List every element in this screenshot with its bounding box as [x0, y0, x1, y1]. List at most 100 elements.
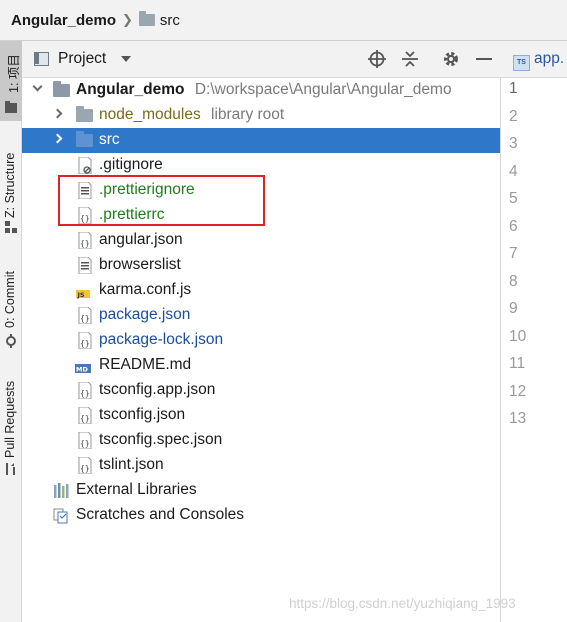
src-label: src: [99, 131, 120, 148]
tree-row-file[interactable]: {} package-lock.json: [22, 328, 500, 353]
json-file-icon: {}: [78, 307, 92, 324]
tool-window-strip: 1: 项目 Z: Structure 0: Commit Pull Reques…: [0, 41, 22, 622]
json-file-icon: {}: [78, 407, 92, 424]
root-path: D:\workspace\Angular\Angular_demo: [194, 81, 452, 98]
line-number: 8: [509, 273, 518, 290]
gear-icon[interactable]: [441, 49, 461, 69]
pull-request-icon: [6, 463, 15, 475]
node-modules-name: node_modules: [99, 106, 201, 123]
structure-icon: [5, 221, 17, 233]
breadcrumb-project[interactable]: Angular_demo: [11, 12, 116, 29]
file-label: README.md: [99, 356, 192, 373]
tab-project[interactable]: 1: 项目: [0, 41, 22, 121]
external-libraries-label: External Libraries: [76, 481, 197, 498]
json-file-icon: {}: [78, 332, 92, 349]
line-number: 9: [509, 300, 518, 317]
typescript-file-icon: TS: [513, 55, 530, 71]
file-label: .gitignore: [99, 156, 163, 173]
node-modules-hint: library root: [211, 106, 285, 123]
line-number: 11: [509, 355, 526, 372]
tab-structure[interactable]: Z: Structure: [0, 136, 22, 236]
tree-row-file[interactable]: {} angular.json: [22, 228, 500, 253]
editor-tab[interactable]: TS app.: [513, 50, 564, 71]
folder-icon: [138, 11, 155, 26]
svg-text:{}: {}: [80, 239, 90, 248]
chevron-right-icon[interactable]: [52, 108, 63, 119]
tab-pull-requests[interactable]: Pull Requests: [0, 371, 22, 481]
file-label: package-lock.json: [99, 331, 224, 348]
chevron-right-icon[interactable]: [52, 133, 63, 144]
svg-text:MD: MD: [76, 366, 88, 374]
highlight-box: [58, 175, 265, 226]
tree-row-file[interactable]: {} tsconfig.spec.json: [22, 428, 500, 453]
line-number: 7: [509, 245, 518, 262]
tree-row-root[interactable]: Angular_demo D:\workspace\Angular\Angula…: [22, 78, 500, 103]
line-number: 10: [509, 328, 527, 345]
file-label: browserslist: [99, 256, 181, 273]
locate-icon[interactable]: [367, 49, 387, 69]
commit-icon: [6, 334, 16, 348]
chevron-down-icon[interactable]: [121, 56, 131, 62]
chevron-down-icon[interactable]: [32, 81, 43, 92]
tree-row-external-libraries[interactable]: External Libraries: [22, 478, 500, 503]
markdown-file-icon: MD: [75, 364, 91, 374]
navigation-bar: Angular_demo ❯ src: [0, 0, 567, 41]
line-number: 6: [509, 218, 518, 235]
folder-icon: [53, 81, 70, 97]
tree-row-file[interactable]: {} tslint.json: [22, 453, 500, 478]
tree-row-file[interactable]: browserslist: [22, 253, 500, 278]
svg-text:{}: {}: [80, 314, 90, 323]
project-icon: [5, 101, 17, 113]
line-number: 13: [509, 410, 527, 427]
file-label: tslint.json: [99, 456, 164, 473]
line-number: 12: [509, 383, 527, 400]
line-number: 2: [509, 108, 518, 125]
minimize-icon[interactable]: [474, 49, 494, 69]
tab-commit[interactable]: 0: Commit: [0, 256, 22, 356]
libraries-icon: [54, 483, 69, 498]
tree-row-file[interactable]: {} package.json: [22, 303, 500, 328]
collapse-all-icon[interactable]: [400, 49, 420, 69]
tree-row-src[interactable]: src: [22, 128, 500, 153]
file-label: tsconfig.app.json: [99, 381, 216, 398]
file-label: karma.conf.js: [99, 281, 192, 298]
tree-row-file[interactable]: JS karma.conf.js: [22, 278, 500, 303]
json-file-icon: {}: [78, 232, 92, 249]
editor-tab-bar: TS app.: [501, 41, 567, 78]
file-label: tsconfig.spec.json: [99, 431, 223, 448]
project-view-icon: [34, 52, 49, 66]
project-panel-header: Project: [22, 41, 501, 78]
ignore-file-icon: [78, 157, 92, 174]
panel-title[interactable]: Project: [58, 50, 106, 68]
root-label: Angular_demo D:\workspace\Angular\Angula…: [76, 81, 452, 99]
folder-icon: [76, 106, 93, 122]
tree-row-file[interactable]: {} tsconfig.json: [22, 403, 500, 428]
json-file-icon: {}: [78, 432, 92, 449]
file-label: angular.json: [99, 231, 183, 248]
text-file-icon: [78, 257, 92, 274]
file-label: tsconfig.json: [99, 406, 186, 423]
editor-tab-label: app.: [534, 50, 565, 67]
tree-row-file[interactable]: MD README.md: [22, 353, 500, 378]
tab-project-label: 1: 项目: [7, 54, 21, 93]
javascript-file-icon: JS: [76, 290, 90, 299]
tab-commit-label: 0: Commit: [3, 271, 17, 328]
json-file-icon: {}: [78, 457, 92, 474]
svg-text:{}: {}: [80, 414, 90, 423]
line-number: 5: [509, 190, 518, 207]
scratches-label: Scratches and Consoles: [76, 506, 245, 523]
tree-row-node-modules[interactable]: node_modules library root: [22, 103, 500, 128]
line-number-gutter: 1 2 3 4 5 6 7 8 9 10 11 12 13: [501, 78, 567, 622]
source-folder-icon: [76, 131, 93, 147]
scratches-icon: [53, 508, 68, 524]
svg-text:{}: {}: [80, 464, 90, 473]
node-modules-label: node_modules library root: [99, 106, 284, 124]
line-number: 4: [509, 163, 518, 180]
tab-pull-requests-label: Pull Requests: [3, 380, 17, 458]
watermark: https://blog.csdn.net/yuzhiqiang_1993: [289, 596, 516, 611]
svg-text:{}: {}: [80, 389, 90, 398]
tab-structure-label: Z: Structure: [3, 152, 17, 218]
breadcrumb-folder[interactable]: src: [160, 12, 180, 29]
tree-row-file[interactable]: {} tsconfig.app.json: [22, 378, 500, 403]
tree-row-scratches[interactable]: Scratches and Consoles: [22, 503, 500, 528]
